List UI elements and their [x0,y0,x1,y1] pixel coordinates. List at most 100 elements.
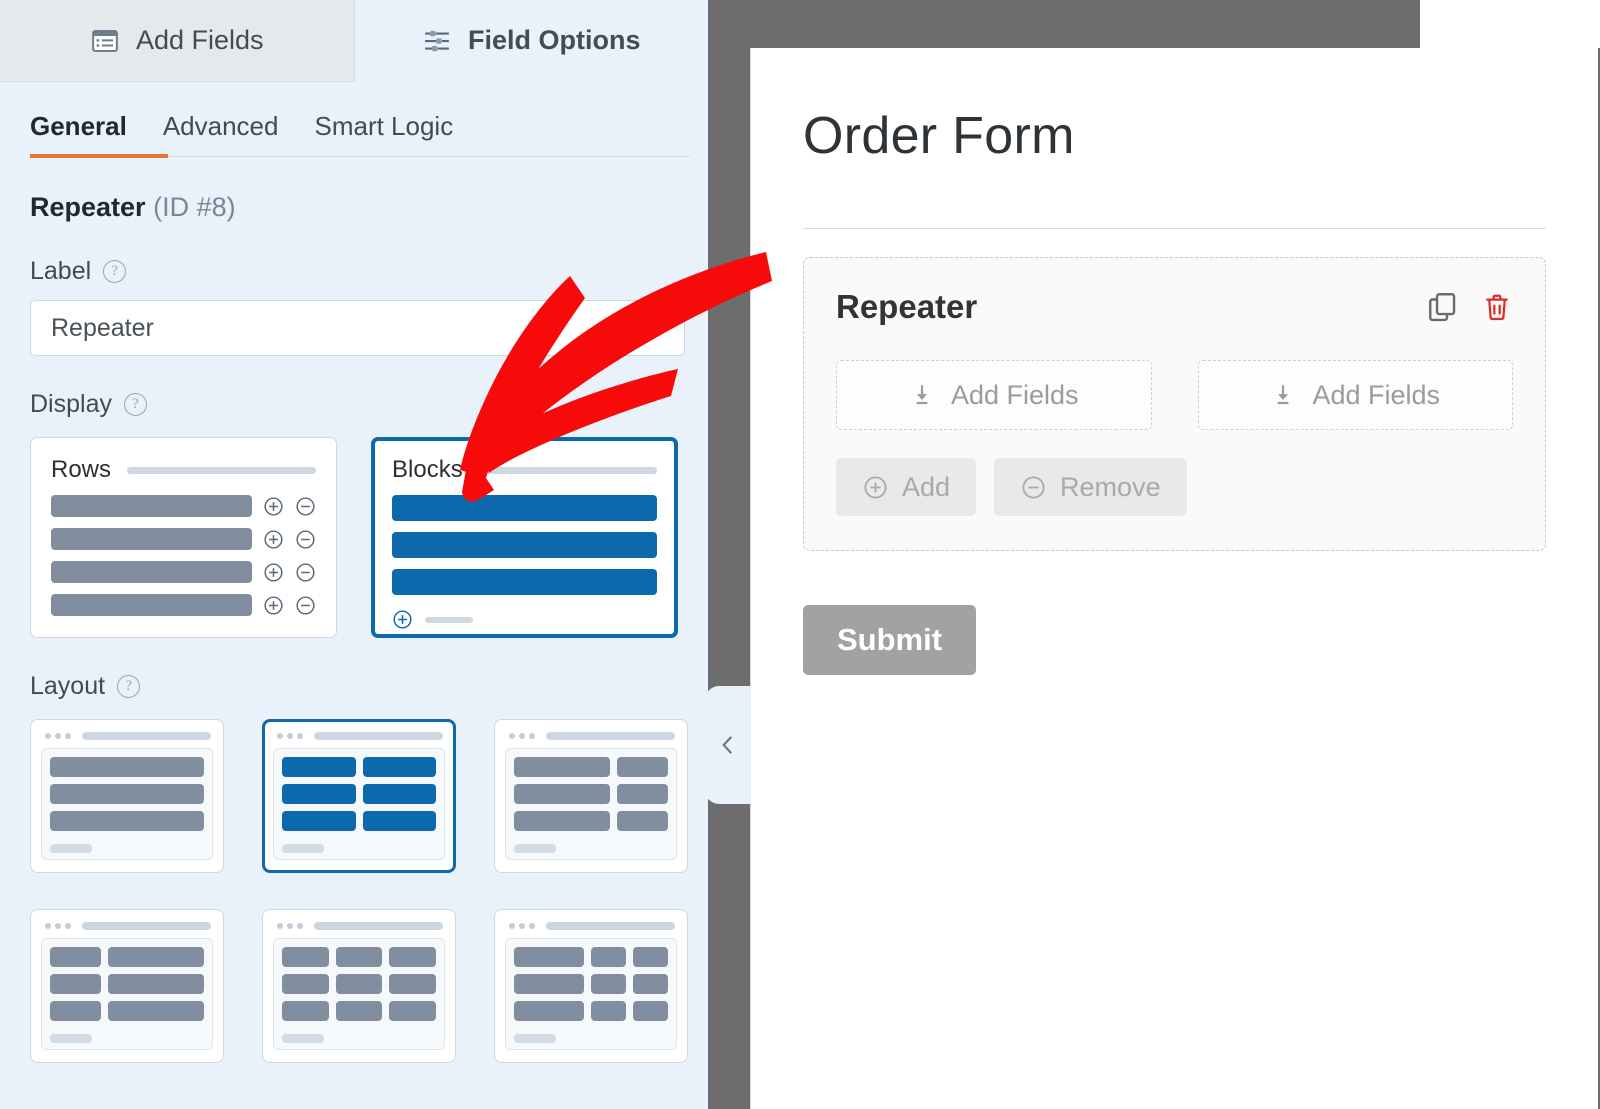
placeholder-bar [82,922,211,930]
placeholder-bar [314,922,443,930]
app-root: Order Form Repeater Add Fields Add Field… [0,0,1600,1109]
circle-minus-icon [296,529,315,549]
field-heading-name: Repeater [30,192,146,222]
display-option-heading: Display ? [30,390,678,419]
tab-add-fields[interactable]: Add Fields [0,0,355,82]
circle-minus-icon [296,496,315,516]
subtab-general[interactable]: General [30,111,127,156]
window-dots-icon [509,923,535,929]
panel-sub-tabs: General Advanced Smart Logic [0,82,708,158]
form-title: Order Form [803,107,1075,165]
add-fields-dropzone[interactable]: Add Fields [1197,360,1513,430]
trash-icon[interactable] [1481,290,1513,324]
layout-choices [30,719,688,1063]
layout-choice-three-column-wide-left[interactable] [494,909,688,1063]
block-preview-line [392,569,657,595]
circle-minus-icon [1020,474,1047,501]
row-preview-line [51,528,316,550]
field-options-panel: Add Fields Field Options General Advance… [0,0,708,1109]
display-choice-rows-label: Rows [51,456,112,483]
layout-option-text: Layout [30,672,106,700]
repeater-field-label: Repeater [836,288,978,325]
circle-minus-icon [296,562,315,582]
placeholder-bar [425,616,473,623]
form-preview-panel: Order Form Repeater Add Fields Add Field… [750,48,1598,1109]
window-dots-icon [277,923,303,929]
label-option-text: Label [30,257,92,285]
help-icon[interactable]: ? [103,260,127,283]
layout-choice-two-column-wide-left[interactable] [494,719,688,873]
placeholder-bar [127,466,316,474]
field-heading: Repeater (ID #8) [30,192,678,223]
subtab-smart-logic[interactable]: Smart Logic [314,111,453,156]
field-bar [51,495,252,517]
circle-plus-icon [862,474,889,501]
submit-button[interactable]: Submit [803,605,977,675]
layout-choice-two-column-equal[interactable] [262,719,456,873]
window-dots-icon [509,733,535,739]
help-icon[interactable]: ? [123,393,147,416]
layout-choice-one-column[interactable] [30,719,224,873]
field-heading-id: (ID #8) [153,192,236,222]
circle-minus-icon [296,595,315,615]
block-preview-line [392,495,657,521]
block-preview-line [392,532,657,558]
subtab-active-indicator [30,154,168,158]
form-title-divider [803,228,1546,229]
repeater-field-block[interactable]: Repeater Add Fields Add Fields Add Remov… [803,257,1546,551]
tab-field-options[interactable]: Field Options [354,0,708,82]
repeater-remove-button[interactable]: Remove [994,458,1187,516]
layout-choice-three-column-equal[interactable] [262,909,456,1063]
window-dots-icon [277,733,303,739]
repeater-add-button[interactable]: Add [836,458,977,516]
download-arrow-icon [1270,382,1296,408]
repeater-dropzones: Add Fields Add Fields [836,360,1513,430]
tab-add-fields-label: Add Fields [135,25,264,55]
subtab-advanced[interactable]: Advanced [163,111,279,156]
label-input[interactable] [30,300,685,356]
field-bar [51,594,252,616]
display-choice-blocks-label: Blocks [392,456,463,483]
layout-option-heading: Layout ? [30,672,678,701]
block-add-footer [392,609,657,630]
sliders-icon [422,26,452,56]
tab-field-options-label: Field Options [468,25,641,55]
preview-panel-notch [1420,0,1600,48]
placeholder-bar [546,922,675,930]
panel-top-tabs: Add Fields Field Options [0,0,708,82]
field-bar [51,528,252,550]
circle-plus-icon [264,496,283,516]
list-icon [90,26,120,56]
field-bar [392,569,657,595]
circle-plus-icon [264,562,283,582]
label-option-heading: Label ? [30,257,678,286]
field-bar [392,495,657,521]
field-bar [392,532,657,558]
display-choice-rows[interactable]: Rows [30,437,337,638]
row-preview-line [51,594,316,616]
dropzone-label: Add Fields [950,379,1079,410]
field-bar [51,561,252,583]
window-dots-icon [45,923,71,929]
dropzone-label: Add Fields [1312,379,1441,410]
add-fields-dropzone[interactable]: Add Fields [836,360,1152,430]
chevron-left-icon [715,728,741,762]
row-preview-line [51,495,316,517]
layout-choice-two-column-narrow-left[interactable] [30,909,224,1063]
circle-plus-icon [264,529,283,549]
placeholder-bar [546,732,675,740]
placeholder-bar [478,466,657,474]
copy-icon[interactable] [1425,290,1459,324]
circle-plus-icon [393,610,412,629]
window-dots-icon [45,733,71,739]
display-choice-blocks[interactable]: Blocks [371,437,678,638]
circle-plus-icon [264,595,283,615]
display-choices: Rows Blocks [30,437,678,638]
row-preview-line [51,561,316,583]
download-arrow-icon [909,382,935,408]
help-icon[interactable]: ? [117,675,141,698]
panel-collapse-handle[interactable] [705,686,751,804]
placeholder-bar [314,732,443,740]
placeholder-bar [82,732,211,740]
display-option-text: Display [30,390,112,418]
